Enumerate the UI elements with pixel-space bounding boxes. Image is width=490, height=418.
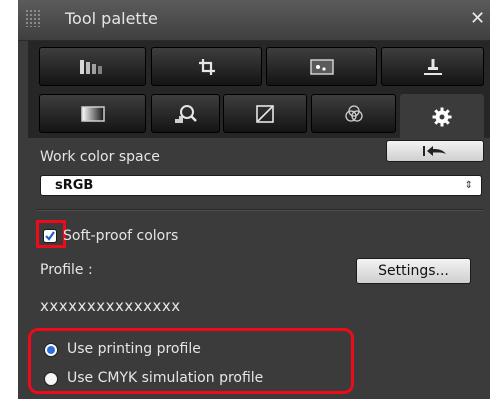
crop-icon (198, 58, 215, 75)
revert-icon (423, 146, 446, 156)
tab-settings[interactable] (400, 94, 484, 138)
work-color-space-label: Work color space (40, 149, 160, 165)
tab-tone-curve[interactable] (39, 47, 146, 86)
settings-button[interactable]: Settings... (356, 258, 471, 284)
tone-curve-icon (79, 59, 102, 74)
checkmark-icon (45, 231, 55, 241)
use-printing-profile-radio[interactable] (44, 343, 58, 357)
use-cmyk-simulation-radio[interactable] (44, 372, 58, 386)
tab-basic-adjust[interactable] (39, 94, 146, 133)
soft-proof-label: Soft-proof colors (63, 228, 179, 244)
work-color-space-select[interactable]: sRGB ⇕ (40, 175, 482, 196)
work-color-space-value: sRGB (55, 178, 94, 193)
use-printing-profile-label: Use printing profile (67, 341, 201, 357)
soft-proof-checkbox[interactable] (43, 229, 57, 243)
select-arrows-icon: ⇕ (464, 180, 473, 191)
nr-lens-icon (174, 104, 197, 123)
settings-gear-icon (432, 107, 452, 126)
close-icon[interactable]: ✕ (470, 8, 485, 29)
tab-stamp[interactable] (381, 47, 484, 86)
tab-crop[interactable] (151, 47, 262, 86)
use-cmyk-simulation-label: Use CMYK simulation profile (67, 370, 264, 386)
profile-value: xxxxxxxxxxxxxxx (40, 297, 181, 315)
tab-tone-adjust[interactable] (223, 94, 307, 133)
basic-adjust-icon (80, 105, 105, 122)
tab-color-adjust[interactable] (311, 94, 396, 133)
color-adjust-icon (344, 104, 363, 122)
grip-icon[interactable] (25, 9, 40, 27)
tab-dust-delete[interactable] (266, 47, 377, 86)
profile-label: Profile : (40, 262, 93, 278)
window-title: Tool palette (65, 9, 158, 28)
divider (36, 209, 484, 211)
revert-button[interactable] (386, 140, 484, 162)
tone-adjust-icon (256, 104, 274, 123)
stamp-icon (423, 58, 442, 75)
dust-delete-icon (309, 58, 334, 75)
tab-nr-lens[interactable] (151, 94, 220, 133)
